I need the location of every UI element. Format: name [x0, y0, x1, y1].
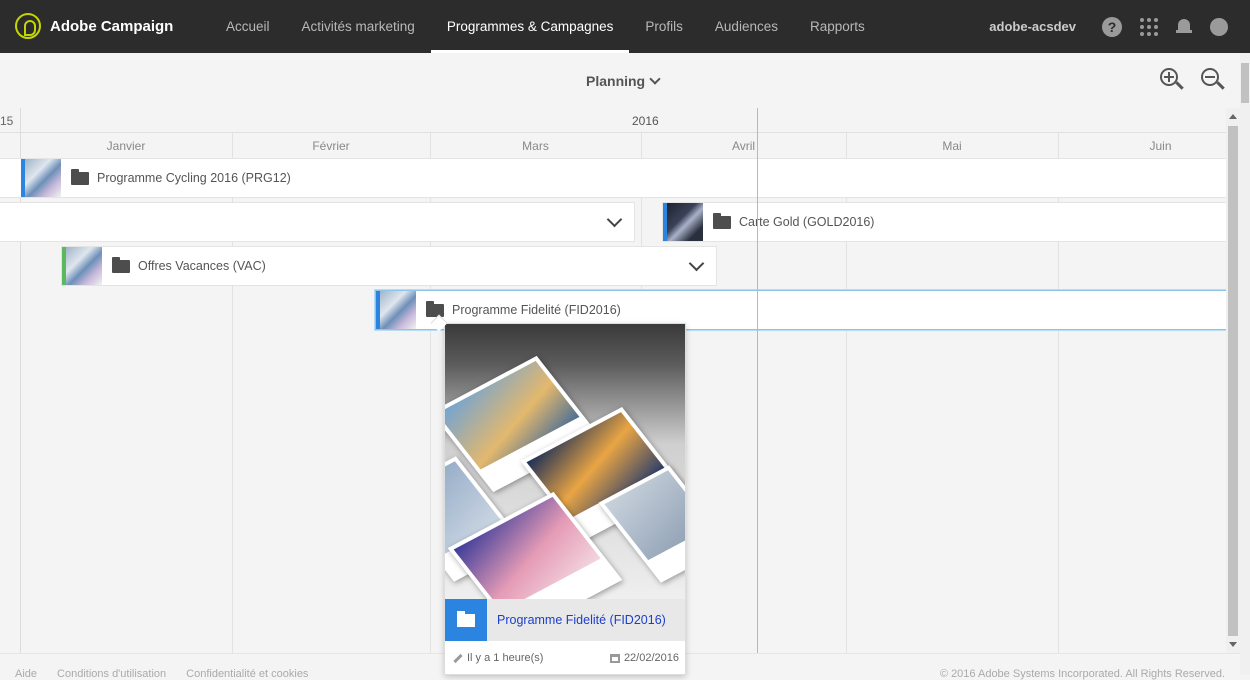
month-label: Juin — [1149, 139, 1172, 153]
today-marker — [757, 108, 758, 653]
header-tools: adobe-acsdev ? — [989, 0, 1228, 53]
help-icon[interactable]: ? — [1102, 16, 1122, 37]
card-meta: Il y a 1 heure(s) 22/02/2016 — [445, 641, 685, 675]
footer-link-conditions[interactable]: Conditions d'utilisation — [57, 668, 166, 680]
scroll-up-arrow-icon[interactable] — [1229, 114, 1237, 119]
folder-icon — [426, 300, 444, 317]
program-preview-image — [445, 324, 685, 599]
scroll-thumb[interactable] — [1228, 126, 1238, 636]
nav-activites-marketing[interactable]: Activités marketing — [286, 0, 431, 53]
card-modified: Il y a 1 heure(s) — [453, 652, 543, 664]
top-bar: Adobe Campaign Accueil Activités marketi… — [0, 0, 1250, 53]
nav-audiences[interactable]: Audiences — [699, 0, 794, 53]
previous-year-label: 15 — [0, 114, 14, 128]
app-name: Adobe Campaign — [50, 17, 174, 35]
nav-accueil[interactable]: Accueil — [210, 0, 286, 53]
nav-rapports[interactable]: Rapports — [794, 0, 881, 53]
program-thumbnail — [21, 159, 61, 197]
program-bar-prg12[interactable]: Programme Cycling 2016 (PRG12) — [0, 158, 1226, 198]
timeline-scrollbar[interactable] — [1226, 108, 1240, 653]
folder-icon — [445, 599, 487, 641]
month-label: Avril — [731, 139, 756, 153]
current-year-label: 2016 — [632, 114, 659, 128]
footer-link-aide[interactable]: Aide — [15, 668, 37, 680]
month-label: Mai — [942, 139, 962, 153]
page-scrollbar[interactable] — [1240, 53, 1250, 675]
user-name[interactable]: adobe-acsdev — [989, 19, 1076, 34]
card-title-row[interactable]: Programme Fidelité (FID2016) — [445, 599, 685, 641]
program-thumbnail — [62, 247, 102, 285]
program-thumbnail — [663, 203, 703, 241]
month-header: Janvier Février Mars Avril Mai Juin — [0, 133, 1226, 158]
footer-link-confidentialite[interactable]: Confidentialité et cookies — [186, 668, 308, 680]
footer-links: Aide Conditions d'utilisation Confidenti… — [15, 668, 308, 680]
program-bar-vac[interactable]: Offres Vacances (VAC) — [61, 246, 717, 286]
program-bar-collapsed[interactable] — [0, 202, 635, 242]
zoom-out-icon[interactable] — [1201, 68, 1225, 92]
chevron-down-icon[interactable] — [688, 255, 705, 272]
month-label: Mars — [522, 139, 549, 153]
zoom-in-icon[interactable] — [1160, 68, 1184, 92]
scroll-down-arrow-icon[interactable] — [1229, 642, 1237, 647]
apps-grid-icon[interactable] — [1140, 17, 1158, 36]
nav-programmes-campagnes[interactable]: Programmes & Campagnes — [430, 0, 630, 53]
chevron-down-icon[interactable] — [606, 211, 623, 228]
nav-profils[interactable]: Profils — [629, 0, 699, 53]
folder-icon — [112, 256, 130, 273]
month-label: Février — [312, 139, 350, 153]
program-label: Programme Fidelité (FID2016) — [452, 303, 621, 317]
chevron-down-icon — [649, 73, 661, 85]
pencil-icon — [453, 653, 463, 663]
view-selector-label: Planning — [586, 73, 646, 89]
card-title[interactable]: Programme Fidelité (FID2016) — [497, 613, 666, 627]
program-label: Offres Vacances (VAC) — [138, 259, 266, 273]
program-label: Programme Cycling 2016 (PRG12) — [97, 171, 291, 185]
month-label: Janvier — [106, 139, 146, 153]
card-date: 22/02/2016 — [609, 652, 679, 664]
adobe-campaign-logo-icon — [15, 13, 41, 39]
program-label: Carte Gold (GOLD2016) — [739, 215, 875, 229]
program-preview-card[interactable]: Programme Fidelité (FID2016) Il y a 1 he… — [444, 323, 686, 675]
folder-icon — [713, 212, 731, 229]
notifications-bell-icon[interactable] — [1176, 18, 1192, 36]
card-date-text: 22/02/2016 — [623, 652, 679, 664]
brand[interactable]: Adobe Campaign — [15, 13, 173, 39]
program-thumbnail — [376, 291, 416, 329]
card-modified-text: Il y a 1 heure(s) — [467, 652, 544, 664]
program-bar-gold2016[interactable]: Carte Gold (GOLD2016) — [662, 202, 1226, 242]
view-selector[interactable]: Planning — [586, 73, 661, 89]
calendar-icon — [609, 653, 620, 663]
footer-copyright: © 2016 Adobe Systems Incorporated. All R… — [939, 668, 1225, 680]
page-scroll-thumb[interactable] — [1241, 63, 1249, 103]
folder-icon — [71, 168, 89, 185]
year-header: 15 2016 — [0, 108, 1226, 133]
main-nav: Accueil Activités marketing Programmes &… — [210, 0, 881, 53]
view-toolbar: Planning — [0, 53, 1240, 108]
avatar[interactable] — [1210, 17, 1228, 36]
